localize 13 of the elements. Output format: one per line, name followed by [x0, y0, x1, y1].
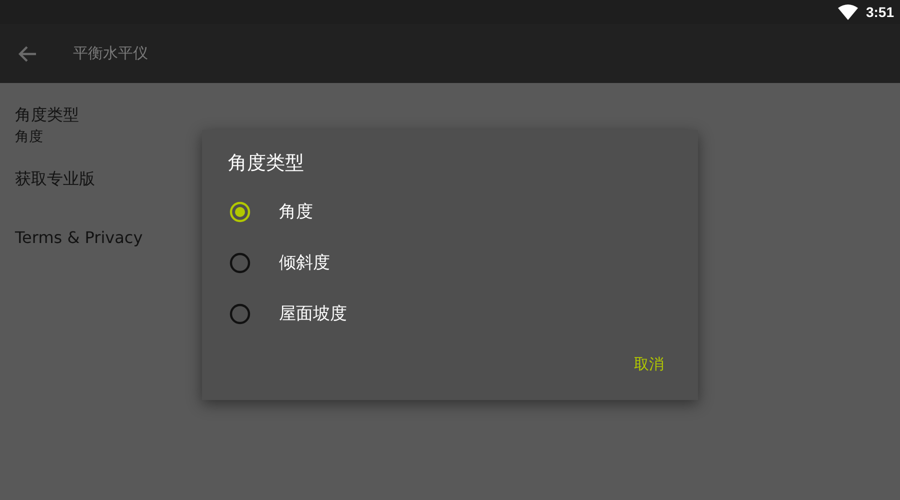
radio-button[interactable]	[229, 200, 251, 222]
option-label[interactable]: 倾斜度	[279, 251, 330, 274]
back-arrow-icon[interactable]	[17, 44, 37, 62]
app-title: 平衡水平仪	[73, 44, 148, 63]
radio-button[interactable]	[229, 252, 251, 274]
option-label[interactable]: 角度	[279, 200, 313, 223]
cancel-button[interactable]: 取消	[630, 349, 668, 380]
setting-summary: 角度	[15, 128, 44, 146]
dialog-title: 角度类型	[228, 151, 304, 176]
clock-time: 3:51	[866, 4, 894, 20]
option-label[interactable]: 屋面坡度	[279, 302, 347, 325]
radio-button[interactable]	[229, 302, 251, 324]
wifi-icon	[838, 4, 858, 20]
